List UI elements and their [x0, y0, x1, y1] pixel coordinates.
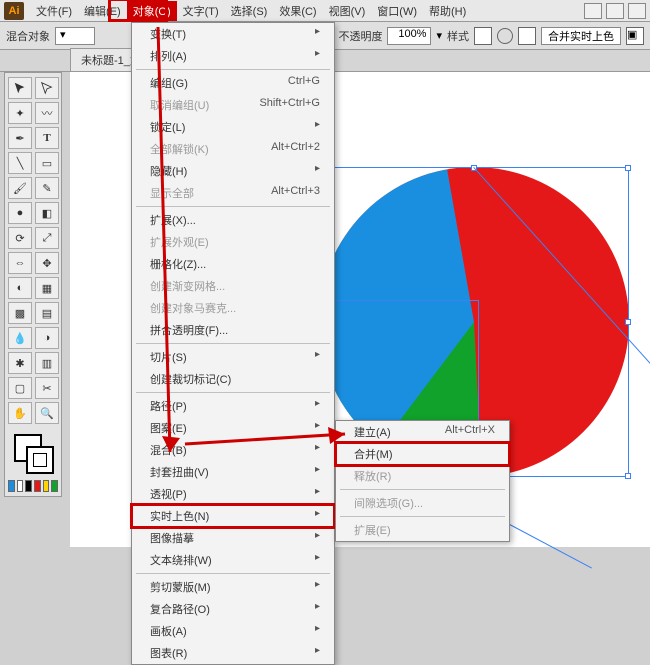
zoom-tool[interactable]: 🔍 [35, 402, 59, 424]
submenu-row: 释放(R) [336, 465, 509, 487]
merge-live-paint-button[interactable]: 合并实时上色 [541, 27, 621, 45]
menu-item-1[interactable]: 编辑(E) [78, 1, 127, 21]
perspective-grid-tool[interactable]: ▦ [35, 277, 59, 299]
menu-row-label: 画板(A) [150, 623, 187, 639]
swatch[interactable] [34, 480, 41, 492]
menu-row-label: 图像描摹 [150, 530, 194, 546]
menu-row-label: 剪切蒙版(M) [150, 579, 211, 595]
menu-item-5[interactable]: 效果(C) [273, 1, 322, 21]
symbol-sprayer-tool[interactable]: ✱ [8, 352, 32, 374]
opacity-input[interactable]: 100% [387, 27, 431, 45]
blob-brush-tool[interactable]: ● [8, 202, 32, 224]
line-tool[interactable]: ╲ [8, 152, 32, 174]
submenu-row-label: 扩展(E) [354, 522, 391, 538]
menu-row[interactable]: 图表(R) [132, 642, 334, 664]
width-tool[interactable]: ⇔ [8, 252, 32, 274]
submenu-row-label: 释放(R) [354, 468, 391, 484]
app-logo: Ai [4, 2, 24, 20]
submenu-row-label: 间隙选项(G)... [354, 495, 423, 511]
menu-bar: Ai 文件(F)编辑(E)对象(O)文字(T)选择(S)效果(C)视图(V)窗口… [0, 0, 650, 22]
menu-row-label: 文本绕排(W) [150, 552, 212, 568]
menubar-icon-3[interactable] [628, 3, 646, 19]
selection-tool[interactable] [8, 77, 32, 99]
stroke-swatch[interactable] [26, 446, 54, 474]
menubar-icon-1[interactable] [584, 3, 602, 19]
menu-row[interactable]: 画板(A) [132, 620, 334, 642]
style-swatch[interactable] [474, 27, 492, 45]
options-circle-button[interactable] [497, 28, 513, 44]
swatch[interactable] [25, 480, 32, 492]
hand-tool[interactable]: ✋ [8, 402, 32, 424]
menu-row[interactable]: 透视(P) [132, 483, 334, 505]
blend-dropdown[interactable]: ▾ [55, 27, 95, 45]
scale-tool[interactable]: ⤢ [35, 227, 59, 249]
magic-wand-tool[interactable]: ✦ [8, 102, 32, 124]
menubar-icon-2[interactable] [606, 3, 624, 19]
menu-row-label: 透视(P) [150, 486, 187, 502]
submenu-row: 扩展(E) [336, 519, 509, 541]
mesh-tool[interactable]: ▩ [8, 302, 32, 324]
opacity-dropdown-icon[interactable]: ▾ [436, 29, 442, 42]
eyedropper-tool[interactable]: 💧 [8, 327, 32, 349]
menu-row[interactable]: 复合路径(O) [132, 598, 334, 620]
shape-builder-tool[interactable]: ◐ [8, 277, 32, 299]
paintbrush-tool[interactable]: 🖌 [8, 177, 32, 199]
direct-selection-tool[interactable] [35, 77, 59, 99]
graph-tool[interactable]: ▥ [35, 352, 59, 374]
opacity-label: 不透明度 [338, 28, 382, 44]
menu-item-6[interactable]: 视图(V) [323, 1, 372, 21]
rectangle-tool[interactable]: ▭ [35, 152, 59, 174]
menu-item-3[interactable]: 文字(T) [177, 1, 225, 21]
swatch[interactable] [43, 480, 50, 492]
annotation-arrow-2 [180, 422, 370, 462]
eraser-tool[interactable]: ◧ [35, 202, 59, 224]
swatch[interactable] [8, 480, 15, 492]
menu-item-2[interactable]: 对象(O) [127, 1, 177, 21]
rotate-tool[interactable]: ⟳ [8, 227, 32, 249]
blend-label: 混合对象 [6, 28, 50, 44]
menu-row-label: 实时上色(N) [150, 508, 209, 524]
annotation-arrow-1 [130, 22, 340, 472]
mini-swatches [8, 480, 58, 492]
menu-item-0[interactable]: 文件(F) [30, 1, 78, 21]
swatch[interactable] [17, 480, 24, 492]
type-tool[interactable]: T [35, 127, 59, 149]
artboard-tool[interactable]: ▢ [8, 377, 32, 399]
pencil-tool[interactable]: ✎ [35, 177, 59, 199]
toolbox: ✦ 〰 ✒ T ╲ ▭ 🖌 ✎ ● ◧ ⟳ ⤢ ⇔ ✥ ◐ ▦ ▩ ▤ 💧 ◑ … [4, 72, 62, 497]
menu-row-label: 复合路径(O) [150, 601, 210, 617]
swatch[interactable] [51, 480, 58, 492]
lasso-tool[interactable]: 〰 [35, 102, 59, 124]
submenu-row-shortcut: Alt+Ctrl+X [445, 424, 495, 440]
slice-tool[interactable]: ✂ [35, 377, 59, 399]
workspace: ✦ 〰 ✒ T ╲ ▭ 🖌 ✎ ● ◧ ⟳ ⤢ ⇔ ✥ ◐ ▦ ▩ ▤ 💧 ◑ … [0, 72, 650, 547]
options-swatch-2[interactable] [518, 27, 536, 45]
fill-stroke-control[interactable] [8, 430, 58, 476]
menu-item-4[interactable]: 选择(S) [225, 1, 274, 21]
menu-row[interactable]: 实时上色(N) [132, 505, 334, 527]
style-label: 样式 [447, 28, 469, 44]
free-transform-tool[interactable]: ✥ [35, 252, 59, 274]
menu-row[interactable]: 文本绕排(W) [132, 549, 334, 571]
submenu-row: 间隙选项(G)... [336, 492, 509, 514]
menu-row[interactable]: 图像描摹 [132, 527, 334, 549]
options-end-icon[interactable]: ▣ [626, 27, 644, 45]
blend-tool[interactable]: ◑ [35, 327, 59, 349]
menu-item-8[interactable]: 帮助(H) [423, 1, 472, 21]
pen-tool[interactable]: ✒ [8, 127, 32, 149]
menu-row-label: 图表(R) [150, 645, 187, 661]
menu-item-7[interactable]: 窗口(W) [371, 1, 423, 21]
menu-row[interactable]: 剪切蒙版(M) [132, 576, 334, 598]
gradient-tool[interactable]: ▤ [35, 302, 59, 324]
